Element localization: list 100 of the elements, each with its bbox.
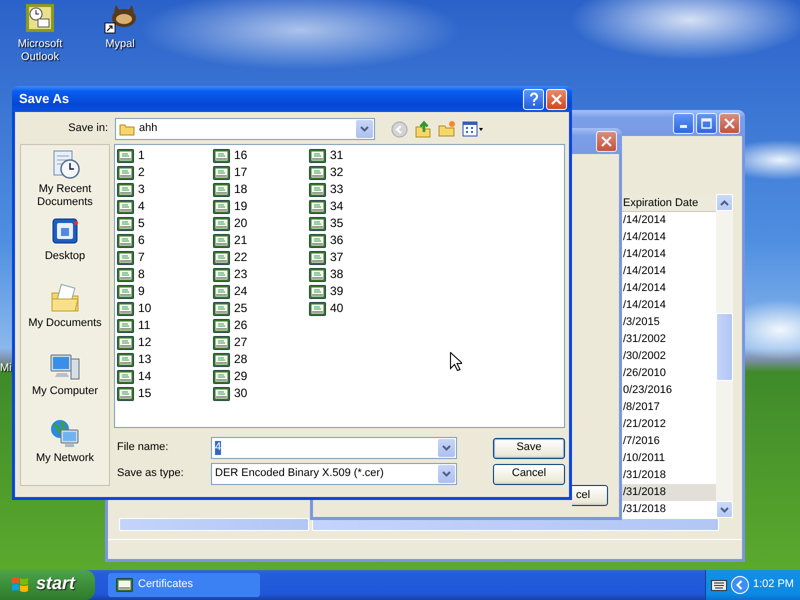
views-menu-icon[interactable] <box>462 121 484 137</box>
maximize-button[interactable] <box>696 112 717 134</box>
certificate-icon <box>213 268 230 282</box>
file-item[interactable]: 2 <box>117 164 145 181</box>
start-button[interactable]: start <box>0 570 95 600</box>
list-row[interactable]: /3/2015 <box>622 314 716 331</box>
file-item[interactable]: 34 <box>309 198 344 215</box>
list-row[interactable]: /7/2016 <box>622 433 716 450</box>
file-item[interactable]: 5 <box>117 215 145 232</box>
list-row[interactable]: /26/2010 <box>622 365 716 382</box>
list-row[interactable]: /14/2014 <box>622 280 716 297</box>
back-icon[interactable] <box>391 120 408 138</box>
list-row[interactable]: /8/2017 <box>622 399 716 416</box>
place-shortcut[interactable]: My Computer <box>22 350 108 418</box>
place-shortcut[interactable]: Desktop <box>22 216 108 284</box>
place-shortcut[interactable]: My Recent Documents <box>22 149 108 216</box>
list-row[interactable]: /31/2018 <box>622 484 716 501</box>
desktop-icon-label[interactable]: Mi <box>0 362 12 376</box>
close-button[interactable] <box>596 130 617 152</box>
list-row[interactable]: /14/2014 <box>622 297 716 314</box>
file-name-field[interactable]: 4 <box>211 437 457 459</box>
file-item[interactable]: 38 <box>309 266 344 283</box>
file-item[interactable]: 23 <box>213 266 248 283</box>
file-item[interactable]: 33 <box>309 181 344 198</box>
scroll-up-button[interactable] <box>716 194 733 211</box>
file-item[interactable]: 28 <box>213 351 248 368</box>
list-row[interactable]: /21/2012 <box>622 416 716 433</box>
file-item[interactable]: 19 <box>213 198 248 215</box>
list-row[interactable]: /31/2018 <box>622 467 716 484</box>
desktop-icon-label[interactable]: Microsoft Outlook <box>10 38 70 64</box>
cancel-button[interactable]: cel <box>572 485 608 506</box>
file-item[interactable]: 40 <box>309 300 344 317</box>
list-row[interactable]: /14/2014 <box>622 246 716 263</box>
save-button[interactable]: Save <box>493 438 565 458</box>
certificate-icon <box>117 336 134 350</box>
file-item[interactable]: 32 <box>309 164 344 181</box>
file-item[interactable]: 35 <box>309 215 344 232</box>
file-item[interactable]: 4 <box>117 198 145 215</box>
file-item[interactable]: 15 <box>117 385 152 402</box>
file-item[interactable]: 27 <box>213 334 248 351</box>
horizontal-scrollbar[interactable] <box>119 518 309 531</box>
close-button[interactable] <box>546 88 567 110</box>
file-item[interactable]: 20 <box>213 215 248 232</box>
vertical-scrollbar[interactable] <box>716 194 733 518</box>
file-item[interactable]: 9 <box>117 283 145 300</box>
list-row[interactable]: /14/2014 <box>622 212 716 229</box>
file-item[interactable]: 11 <box>117 317 150 334</box>
certificate-icon <box>117 284 134 298</box>
list-row[interactable]: /14/2014 <box>622 263 716 280</box>
clock-envelope-icon[interactable] <box>24 2 56 34</box>
file-item[interactable]: 16 <box>213 147 248 164</box>
up-folder-icon[interactable] <box>414 120 432 138</box>
cancel-button[interactable]: Cancel <box>493 464 565 484</box>
file-item[interactable]: 18 <box>213 181 248 198</box>
file-item[interactable]: 3 <box>117 181 145 198</box>
file-type-dropdown[interactable]: DER Encoded Binary X.509 (*.cer) <box>211 463 457 485</box>
list-row[interactable]: /31/2002 <box>622 331 716 348</box>
file-item[interactable]: 26 <box>213 317 248 334</box>
certificate-icon <box>309 268 326 282</box>
field-label: File name: <box>116 441 170 455</box>
file-item[interactable]: 31 <box>309 147 344 164</box>
file-item[interactable]: 25 <box>213 300 248 317</box>
column-header[interactable]: Expiration Date <box>622 194 716 212</box>
clock: 1:02 PM <box>753 578 794 592</box>
list-row[interactable]: /31/2018 <box>622 501 716 518</box>
taskbar-button[interactable]: Certificates <box>108 573 260 597</box>
list-row[interactable]: /30/2002 <box>622 348 716 365</box>
minimize-button[interactable] <box>673 112 694 134</box>
new-folder-icon[interactable] <box>438 120 456 138</box>
file-item[interactable]: 30 <box>213 385 248 402</box>
file-item[interactable]: 24 <box>213 283 248 300</box>
place-shortcut[interactable]: My Network <box>22 418 108 486</box>
file-item[interactable]: 13 <box>117 351 152 368</box>
file-item[interactable]: 12 <box>117 334 152 351</box>
place-shortcut[interactable]: My Documents <box>22 283 108 351</box>
file-item[interactable]: 1 <box>117 147 145 164</box>
file-item[interactable]: 14 <box>117 368 152 385</box>
scroll-down-button[interactable] <box>716 501 733 518</box>
list-row[interactable]: 0/23/2016 <box>622 382 716 399</box>
file-item[interactable]: 7 <box>117 249 145 266</box>
desktop-icon-label[interactable]: Mypal <box>105 38 135 52</box>
scrollbar-thumb[interactable] <box>716 313 733 381</box>
chevron-left-icon[interactable] <box>731 576 749 594</box>
file-item[interactable]: 6 <box>117 232 145 249</box>
help-button[interactable] <box>523 88 544 110</box>
file-item[interactable]: 36 <box>309 232 344 249</box>
file-item[interactable]: 37 <box>309 249 344 266</box>
file-item[interactable]: 10 <box>117 300 152 317</box>
file-item[interactable]: 21 <box>213 232 248 249</box>
file-item[interactable]: 22 <box>213 249 248 266</box>
file-item[interactable]: 39 <box>309 283 344 300</box>
list-row[interactable]: /14/2014 <box>622 229 716 246</box>
close-button[interactable] <box>719 112 740 134</box>
keyboard-icon[interactable] <box>711 580 727 590</box>
certificate-icon <box>117 318 134 332</box>
save-in-dropdown[interactable]: ahh <box>115 118 375 140</box>
file-item[interactable]: 17 <box>213 164 248 181</box>
file-item[interactable]: 8 <box>117 266 145 283</box>
list-row[interactable]: /10/2011 <box>622 450 716 467</box>
file-item[interactable]: 29 <box>213 368 248 385</box>
